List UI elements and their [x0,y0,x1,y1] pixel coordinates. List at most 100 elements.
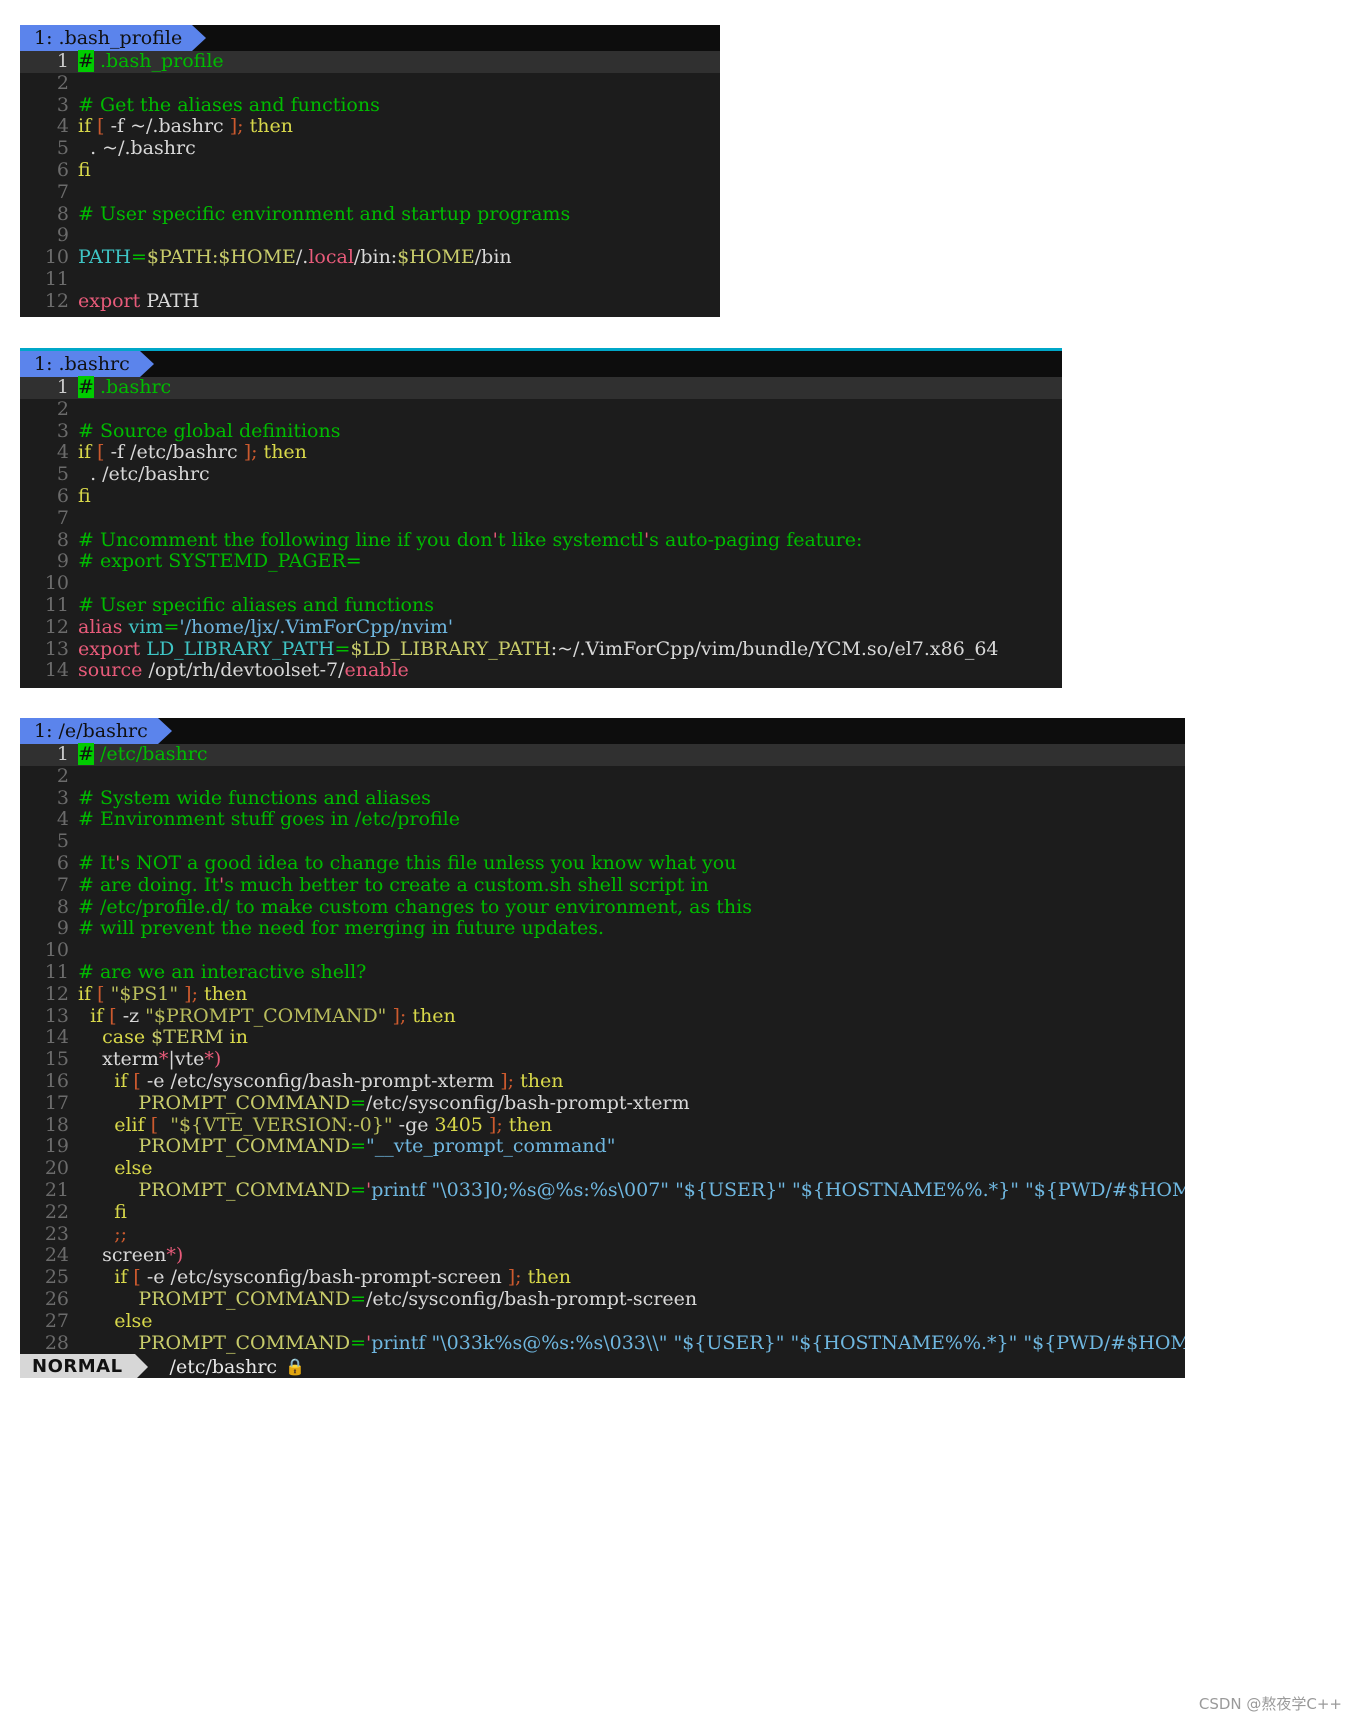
line-number: 25 [44,1266,69,1289]
code-token: -e /etc/sysconfig/bash-prompt-screen [140,1266,508,1289]
status-line: NORMAL /etc/bashrc 🔒 [20,1354,1185,1378]
code-text: xterm*|vte*) [78,1048,221,1071]
code-token: case [78,1026,152,1049]
code-line: 15 xterm*|vte*) [20,1048,1185,1071]
code-token: = [163,615,180,638]
code-line: 26 PROMPT_COMMAND=/etc/sysconfig/bash-pr… [20,1288,1185,1311]
code-token: [ [133,1069,141,1092]
code-token: PATH [78,246,131,269]
code-text: # Source global definitions [78,420,340,443]
editor-buffer[interactable]: 1 # .bash_profile 2 3 # Get the aliases and … [20,50,720,317]
code-line: 5 [20,830,1185,853]
line-number: 5 [56,463,69,486]
line-number: 11 [44,593,69,616]
status-file-path: /etc/bashrc [169,1356,278,1378]
code-token: = [350,1135,366,1158]
code-token: if [78,1069,134,1092]
code-token: ] [392,1004,400,1027]
code-line: 7 # are doing. It's much better to create… [20,874,1185,897]
code-text: PROMPT_COMMAND='printf "\033k%s@%s:%s\03… [78,1331,1185,1355]
line-number: 4 [56,441,69,464]
code-line: 22 fi [20,1201,1185,1224]
code-line: 8 # /etc/profile.d/ to make custom change… [20,895,1185,919]
code-token: printf "\033k%s@%s:%s\033\\" "${USER}" "… [371,1331,1185,1354]
editor-buffer[interactable]: 1 # /etc/bashrc 2 3 # System wide functions … [20,743,1185,1355]
code-token: fi [78,484,91,507]
code-line: 3 # System wide functions and aliases [20,786,1185,810]
line-number: 1 [56,376,69,398]
code-token: # Environment stuff goes in /etc/profile [78,808,460,831]
code-token: s NOT a good idea to change this file un… [120,851,737,874]
tab-label: 1: /e/bashrc [34,720,148,742]
code-token: .bash_profile [93,50,224,72]
line-number: 8 [56,202,69,225]
editor-buffer[interactable]: 1 # .bashrc 2 3 # Source global definitions 4… [20,376,1062,688]
code-line: 11 # User specific aliases and functions [20,593,1062,617]
code-text: if [ -e /etc/sysconfig/bash-prompt-scree… [78,1266,571,1289]
code-text: PROMPT_COMMAND=/etc/sysconfig/bash-promp… [78,1092,689,1115]
line-number: 5 [56,137,69,160]
line-number: 11 [44,960,69,983]
code-token: /bin [474,246,512,269]
code-text: # /etc/bashrc [78,743,208,766]
code-token: LD_LIBRARY_PATH [146,637,335,660]
line-number: 12 [44,289,69,312]
code-line: 3 # Get the aliases and functions [20,94,720,117]
line-number: 3 [56,786,69,809]
code-text: # /etc/profile.d/ to make custom changes… [78,895,752,919]
line-number: 21 [44,1178,69,1201]
code-text: source /opt/rh/devtoolset-7/enable [78,659,409,682]
code-token: -z [116,1004,146,1027]
code-text: export PATH [78,289,199,313]
code-text: # are doing. It's much better to create … [78,874,709,897]
code-token: = [350,1178,366,1201]
code-token: :~/.VimForCpp/vim/bundle/YCM.so/el7.x86_… [550,637,999,660]
code-token: t like systemctl [497,528,644,551]
code-line: 2 [20,72,720,95]
tab-bashrc[interactable]: 1: .bashrc [20,351,140,377]
code-token: if [78,441,98,464]
code-token: -f /etc/bashrc [104,441,244,464]
code-text: if [ -e /etc/sysconfig/bash-prompt-xterm… [78,1069,563,1093]
code-text: export LD_LIBRARY_PATH=$LD_LIBRARY_PATH:… [78,637,999,661]
code-text: elif [ "${VTE_VERSION:-0}" -ge 3405 ]; t… [78,1113,552,1137]
code-text: # System wide functions and aliases [78,786,431,810]
line-number: 17 [44,1091,69,1114]
line-number: 15 [44,1048,69,1071]
tab-etc-bashrc[interactable]: 1: /e/bashrc [20,718,158,744]
code-token: # /etc/profile.d/ to make custom changes… [78,895,752,918]
line-number: 10 [44,572,69,595]
code-text: fi [78,484,91,508]
code-token: # It [78,851,116,874]
code-token: [ [133,1266,141,1289]
code-token: export [78,289,141,312]
code-token: "$PS1" [110,982,179,1005]
code-line: 6 fi [20,484,1062,508]
code-token: enable [344,659,409,682]
code-token: elif [78,1113,151,1136]
code-token: # export SYSTEMD_PAGER= [78,550,362,573]
tab-bash-profile[interactable]: 1: .bash_profile [20,25,193,51]
code-text: # Uncomment the following line if you do… [78,528,862,552]
code-line: 12 if [ "$PS1" ]; then [20,982,1185,1006]
line-number: 19 [44,1135,69,1158]
code-text: PROMPT_COMMAND=/etc/sysconfig/bash-promp… [78,1288,697,1311]
code-token: /opt/rh/devtoolset-7/ [142,659,345,682]
code-line: 10 [20,939,1185,962]
code-line: 10 PATH=$PATH:$HOME/.local/bin:$HOME/bin [20,246,720,269]
code-token: export [78,637,141,660]
code-token: then [406,1004,456,1027]
code-text: # Environment stuff goes in /etc/profile [78,808,460,831]
code-text: PROMPT_COMMAND='printf "\033]0;%s@%s:%s\… [78,1178,1185,1202]
code-token: [ [109,1004,117,1027]
empty-buffer-line: ~ [20,312,720,317]
code-token: $LD_LIBRARY_PATH [350,637,551,660]
code-text: fi [78,159,91,182]
code-line: 21 PROMPT_COMMAND='printf "\033]0;%s@%s:… [20,1178,1185,1202]
code-token: ] [500,1069,508,1092]
code-line: 1 # .bashrc [20,376,1062,399]
tab-label: 1: .bashrc [34,353,130,375]
code-line: 2 [20,398,1062,421]
code-token: # System wide functions and aliases [78,786,431,809]
code-token: -e /etc/sysconfig/bash-prompt-xterm [140,1069,501,1092]
